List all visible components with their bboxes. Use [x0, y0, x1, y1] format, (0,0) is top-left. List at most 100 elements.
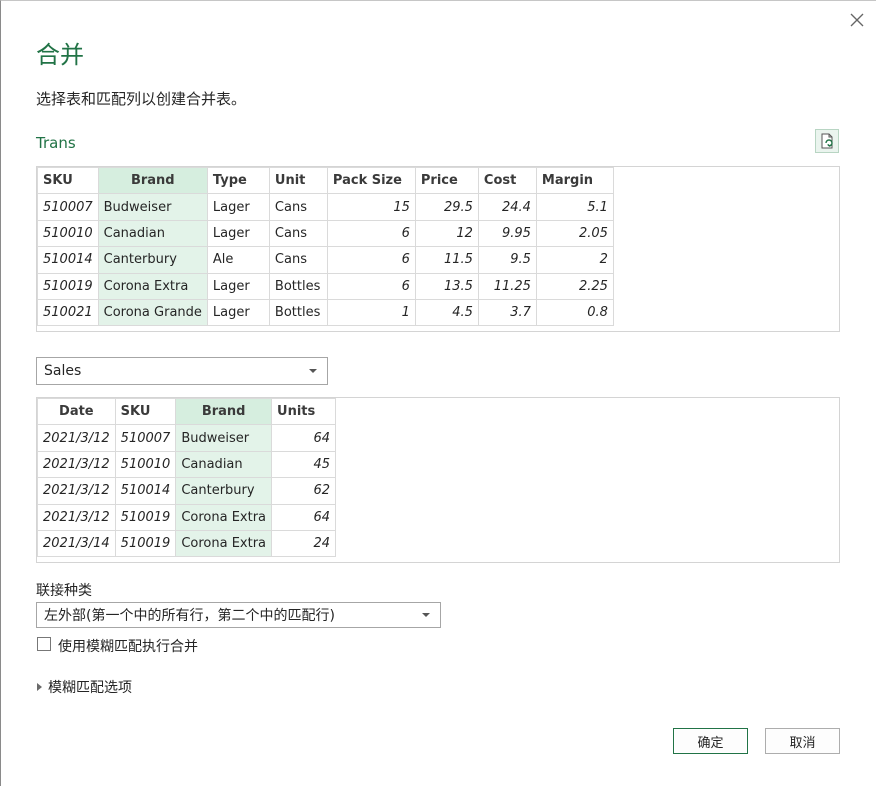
- cancel-button[interactable]: 取消: [765, 728, 840, 754]
- table-cell: Lager: [206, 298, 270, 327]
- table-row: 510007 Budweiser Lager Cans 15 29.5 24.4…: [37, 193, 614, 221]
- table-cell: Canterbury: [97, 246, 208, 274]
- expand-triangle-icon: [37, 683, 42, 691]
- table-cell: 2021/3/14: [37, 529, 116, 558]
- table-row: 2021/3/12 510014 Canterbury 62: [37, 477, 337, 505]
- dialog-subtitle: 选择表和匹配列以创建合并表。: [36, 90, 247, 108]
- table-cell: 510007: [37, 193, 99, 221]
- merge-dialog: 合并 选择表和匹配列以创建合并表。 Trans SKU Brand Type U…: [0, 0, 876, 786]
- join-kind-selected: 左外部(第一个中的所有行，第二个中的匹配行): [44, 608, 335, 624]
- table-cell: 2021/3/12: [37, 477, 116, 505]
- table-cell: Corona Grande: [97, 298, 208, 327]
- refresh-file-icon: [821, 133, 833, 149]
- close-icon: [850, 13, 864, 27]
- table-cell: 3.7: [477, 298, 537, 327]
- table-cell: 2: [535, 246, 614, 274]
- fuzzy-options-expander[interactable]: 模糊匹配选项: [36, 677, 132, 697]
- column-header-brand[interactable]: Brand: [175, 397, 273, 426]
- table-cell: Lager: [206, 272, 270, 300]
- table-row: 510019 Corona Extra Lager Bottles 6 13.5…: [37, 272, 614, 300]
- column-header-units[interactable]: Units: [271, 397, 337, 426]
- table-cell: Canadian: [175, 450, 273, 479]
- table-cell: 15: [326, 193, 416, 221]
- table-cell: Budweiser: [97, 193, 208, 221]
- table-row: 2021/3/12 510019 Corona Extra 64: [37, 503, 337, 531]
- table-cell: 510019: [114, 503, 177, 531]
- column-header-type[interactable]: Type: [206, 166, 270, 195]
- column-header-date[interactable]: Date: [37, 397, 116, 426]
- table-cell: 29.5: [414, 193, 479, 221]
- table-cell: 510019: [114, 529, 177, 558]
- table-cell: 9.95: [477, 219, 537, 248]
- table-cell: 62: [271, 477, 337, 505]
- table-cell: 2021/3/12: [37, 503, 116, 531]
- table-cell: 510010: [37, 219, 99, 248]
- table-cell: Canadian: [97, 219, 208, 248]
- table-cell: 510019: [37, 272, 99, 300]
- second-table-dropdown[interactable]: Sales: [36, 357, 328, 385]
- table-cell: Canterbury: [175, 477, 273, 505]
- table-cell: 510014: [114, 477, 177, 505]
- table-cell: 2021/3/12: [37, 424, 116, 452]
- first-table-grid: SKU Brand Type Unit Pack Size Price Cost…: [37, 166, 614, 327]
- table-cell: Bottles: [268, 298, 328, 327]
- table-cell: Cans: [268, 193, 328, 221]
- table-cell: 11.5: [414, 246, 479, 274]
- table-cell: 12: [414, 219, 479, 248]
- second-table-preview: Date SKU Brand Units 2021/3/12 510007 Bu…: [36, 397, 840, 563]
- table-row: 510014 Canterbury Ale Cans 6 11.5 9.5 2: [37, 246, 614, 274]
- table-cell: Cans: [268, 246, 328, 274]
- table-cell: 510010: [114, 450, 177, 479]
- first-table-preview: SKU Brand Type Unit Pack Size Price Cost…: [36, 166, 840, 332]
- close-button[interactable]: [846, 9, 868, 31]
- table-cell: Lager: [206, 219, 270, 248]
- join-kind-dropdown[interactable]: 左外部(第一个中的所有行，第二个中的匹配行): [36, 602, 441, 628]
- fuzzy-match-label[interactable]: 使用模糊匹配执行合并: [58, 636, 198, 656]
- chevron-down-icon: [422, 613, 430, 617]
- column-header-unit[interactable]: Unit: [268, 166, 328, 195]
- table-cell: Corona Extra: [97, 272, 208, 300]
- refresh-preview-button[interactable]: [815, 129, 839, 153]
- table-cell: 24.4: [477, 193, 537, 221]
- column-header-cost[interactable]: Cost: [477, 166, 537, 195]
- second-table-selected: Sales: [44, 363, 82, 379]
- table-row: 510010 Canadian Lager Cans 6 12 9.95 2.0…: [37, 219, 614, 248]
- table-cell: Budweiser: [175, 424, 273, 452]
- table-cell: 1: [326, 298, 416, 327]
- column-header-margin[interactable]: Margin: [535, 166, 614, 195]
- second-table-grid: Date SKU Brand Units 2021/3/12 510007 Bu…: [37, 397, 337, 558]
- table-cell: 2.25: [535, 272, 614, 300]
- table-cell: 5.1: [535, 193, 614, 221]
- table-cell: 2021/3/12: [37, 450, 116, 479]
- table-cell: 4.5: [414, 298, 479, 327]
- table-cell: Corona Extra: [175, 529, 273, 558]
- table-row: 2021/3/12 510010 Canadian 45: [37, 450, 337, 479]
- table-cell: Ale: [206, 246, 270, 274]
- table-cell: 13.5: [414, 272, 479, 300]
- table-cell: 510007: [114, 424, 177, 452]
- column-header-sku[interactable]: SKU: [114, 397, 177, 426]
- table-cell: 11.25: [477, 272, 537, 300]
- table-cell: 2.05: [535, 219, 614, 248]
- ok-button[interactable]: 确定: [673, 728, 748, 754]
- table-cell: Corona Extra: [175, 503, 273, 531]
- column-header-brand[interactable]: Brand: [97, 166, 208, 195]
- column-header-price[interactable]: Price: [414, 166, 479, 195]
- table-cell: Lager: [206, 193, 270, 221]
- table-cell: 24: [271, 529, 337, 558]
- first-table-name: Trans: [36, 134, 76, 152]
- table-cell: 6: [326, 219, 416, 248]
- fuzzy-options-label: 模糊匹配选项: [48, 680, 132, 696]
- table-row: 2021/3/12 510007 Budweiser 64: [37, 424, 337, 452]
- column-header-pack-size[interactable]: Pack Size: [326, 166, 416, 195]
- table-cell: 6: [326, 246, 416, 274]
- table-cell: 6: [326, 272, 416, 300]
- table-cell: 64: [271, 503, 337, 531]
- table-cell: 64: [271, 424, 337, 452]
- column-header-sku[interactable]: SKU: [37, 166, 99, 195]
- join-kind-label: 联接种类: [36, 583, 92, 599]
- table-cell: 510014: [37, 246, 99, 274]
- table-cell: Cans: [268, 219, 328, 248]
- fuzzy-match-checkbox[interactable]: [37, 637, 51, 651]
- dialog-title: 合并: [36, 41, 84, 69]
